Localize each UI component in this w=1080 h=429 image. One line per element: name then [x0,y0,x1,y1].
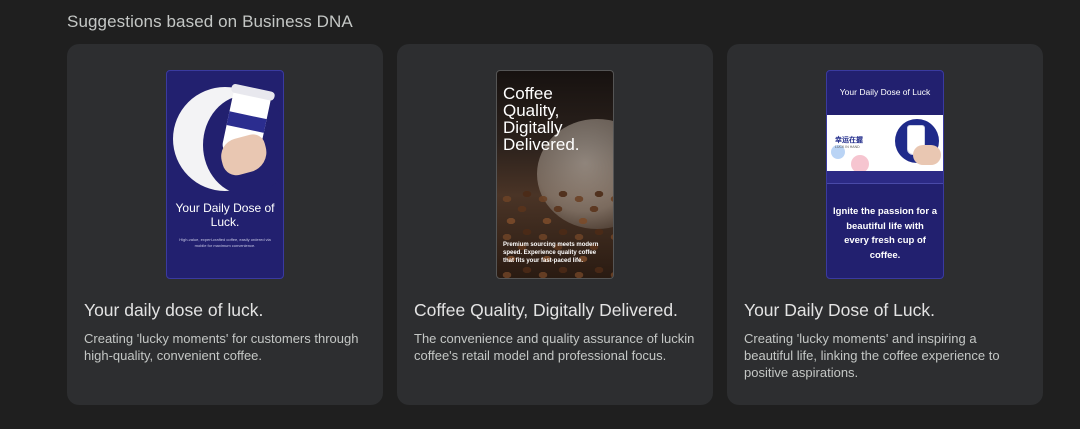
thumbnail-caption: High-value, expert-crafted coffee, easil… [179,237,271,248]
suggestion-card-3[interactable]: Your Daily Dose of Luck 幸运在握 LUCK IN HAN… [727,44,1043,405]
section-title: Suggestions based on Business DNA [67,12,353,31]
card-headline: Coffee Quality, Digitally Delivered. [414,300,678,320]
thumbnail-title: Your Daily Dose of Luck. [175,201,275,229]
card-description: The convenience and quality assurance of… [414,331,695,363]
suggestion-card-2[interactable]: Coffee Quality, Digitally Delivered. Pre… [397,44,713,405]
thumbnail-caption: Premium sourcing meets modern speed. Exp… [503,242,599,264]
thumbnail-title: Coffee Quality, Digitally Delivered. [503,84,580,154]
brand-text: 幸运在握 [835,137,863,144]
brand-subtext: LUCK IN HAND [835,145,860,149]
card-description: Creating 'lucky moments' and inspiring a… [744,331,1000,380]
photo-band: 幸运在握 LUCK IN HAND [827,115,943,173]
card-description: Creating 'lucky moments' for customers t… [84,331,359,363]
thumbnail-body: Ignite the passion for a beautiful life … [833,206,937,261]
hand-graphic [913,145,941,165]
card-headline: Your Daily Dose of Luck. [744,300,935,320]
card-thumbnail: Your Daily Dose of Luck 幸运在握 LUCK IN HAN… [826,70,944,279]
card-thumbnail: Your Daily Dose of Luck. High-value, exp… [166,70,284,279]
suggestion-card-1[interactable]: Your Daily Dose of Luck. High-value, exp… [67,44,383,405]
thumbnail-title: Your Daily Dose of Luck [839,87,931,97]
card-thumbnail: Coffee Quality, Digitally Delivered. Pre… [496,70,614,279]
card-headline: Your daily dose of luck. [84,300,264,320]
